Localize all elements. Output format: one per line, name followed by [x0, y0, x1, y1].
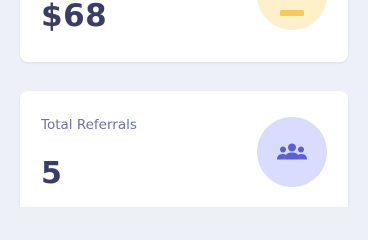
earnings-icon-badge — [257, 0, 327, 30]
dashboard-page: $68 Total Referrals 5 — [0, 0, 368, 207]
total-referrals-card: Total Referrals 5 — [20, 91, 348, 207]
total-referrals-value: 5 — [41, 156, 63, 191]
users-icon — [277, 143, 307, 160]
earnings-value: $68 — [41, 0, 108, 34]
earnings-card: $68 — [20, 0, 348, 62]
wallet-icon — [280, 10, 304, 16]
total-referrals-label: Total Referrals — [41, 117, 137, 133]
referrals-icon-badge — [257, 117, 327, 187]
